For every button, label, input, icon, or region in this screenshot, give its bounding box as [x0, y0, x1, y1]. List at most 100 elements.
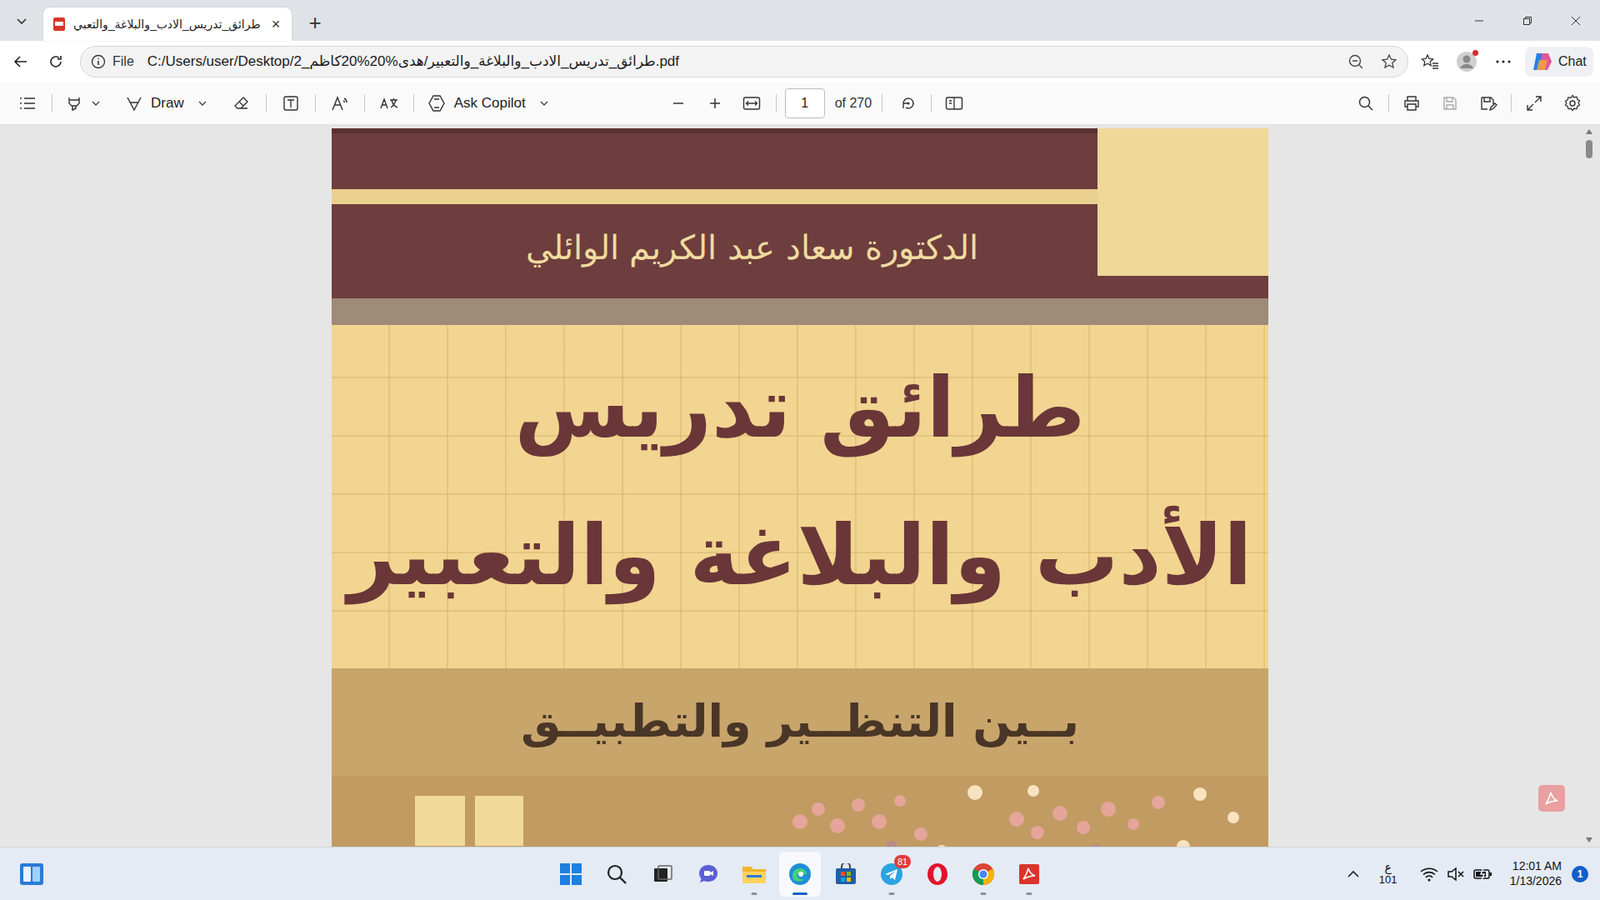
printer-icon — [1402, 95, 1421, 112]
favorites-icon — [1420, 53, 1440, 70]
input-language-button[interactable]: ع 101 — [1371, 855, 1405, 893]
translate-button[interactable] — [373, 87, 405, 120]
running-indicator — [889, 892, 895, 895]
tab-close-button[interactable]: × — [268, 16, 284, 32]
ask-copilot-button[interactable]: Ask Copilot — [422, 87, 555, 120]
address-row: File C:/Users/user/Desktop/2_طرائق_تدريس… — [0, 40, 1600, 83]
fullscreen-button[interactable] — [1518, 87, 1550, 120]
chrome-button[interactable] — [962, 851, 1005, 897]
more-dots-icon — [1495, 60, 1511, 64]
address-field[interactable]: File C:/Users/user/Desktop/2_طرائق_تدريس… — [80, 45, 1409, 78]
input-language-label: ع — [1385, 860, 1392, 875]
clock-time: 12:01 AM — [1512, 859, 1562, 875]
scroll-up-arrow-icon[interactable] — [1585, 128, 1594, 135]
tab-title: طرائق_تدريس_الادب_والبلاغة_والتعبي — [73, 15, 262, 34]
fit-width-button[interactable] — [735, 87, 768, 120]
zoom-in-button[interactable] — [699, 87, 731, 120]
highlight-button[interactable] — [60, 87, 106, 120]
store-button[interactable] — [825, 851, 867, 897]
new-tab-button[interactable]: + — [298, 5, 332, 40]
page-number-field[interactable] — [785, 88, 825, 119]
draw-button[interactable]: Draw — [117, 87, 216, 120]
favorites-button[interactable] — [1413, 45, 1447, 78]
clock-button[interactable]: 12:01 AM 1/13/2026 — [1505, 855, 1567, 893]
scroll-down-arrow-icon[interactable] — [1585, 836, 1594, 844]
chevron-down-icon — [539, 98, 550, 109]
tab-strip: طرائق_تدريس_الادب_والبلاغة_والتعبي × + — [0, 0, 1600, 41]
back-button[interactable] — [5, 45, 37, 78]
new-tab-label: + — [308, 6, 321, 40]
highlighter-icon — [65, 95, 83, 112]
running-indicator — [792, 892, 808, 895]
zoom-out-button[interactable] — [662, 87, 695, 120]
acrobat-button[interactable] — [1538, 785, 1565, 812]
cover-title-line: الأدب والبلاغة والتعبير — [348, 505, 1253, 606]
vertical-scrollbar[interactable] — [1583, 128, 1595, 844]
refresh-icon — [47, 53, 65, 70]
tab-actions-button[interactable] — [5, 4, 39, 38]
save-disk-icon — [1441, 95, 1459, 112]
rotate-icon — [900, 95, 917, 112]
running-indicator — [751, 892, 758, 895]
erase-button[interactable] — [225, 87, 258, 120]
text-box-icon — [282, 95, 300, 112]
quick-settings-button[interactable] — [1413, 855, 1500, 893]
notification-badge[interactable]: 1 — [1571, 865, 1589, 883]
page-count-label: of 270 — [835, 93, 872, 114]
minus-icon — [671, 96, 685, 110]
cover-title-line: طرائق تدريس — [515, 358, 1086, 459]
settings-button[interactable] — [1556, 87, 1589, 120]
add-text-button[interactable] — [275, 87, 307, 120]
meet-app-button[interactable] — [687, 851, 730, 897]
save-as-button[interactable] — [1472, 87, 1505, 120]
start-button[interactable] — [550, 851, 592, 897]
minimize-button[interactable] — [1455, 0, 1504, 41]
pdf-app-button[interactable] — [1008, 851, 1050, 897]
running-indicator — [980, 892, 987, 895]
more-button[interactable] — [1486, 45, 1520, 78]
edge-button[interactable] — [779, 851, 821, 897]
eraser-icon — [233, 95, 250, 112]
page-view-button[interactable] — [938, 87, 970, 120]
rotate-button[interactable] — [892, 87, 925, 120]
read-aloud-icon — [330, 95, 350, 112]
zoom-out-icon[interactable] — [1347, 53, 1365, 70]
hidden-icons-button[interactable] — [1340, 857, 1367, 891]
telegram-button[interactable]: 81 — [870, 851, 913, 897]
find-button[interactable] — [1350, 87, 1382, 120]
task-view-button[interactable] — [641, 851, 684, 897]
widgets-button[interactable] — [16, 859, 47, 890]
chevron-down-icon — [197, 98, 208, 109]
edge-logo-icon — [787, 861, 813, 887]
plus-icon — [708, 96, 722, 110]
acrobat-logo-icon — [1543, 790, 1560, 807]
browser-tab[interactable]: طرائق_تدريس_الادب_والبلاغة_والتعبي × — [43, 7, 292, 41]
pdf-file-icon — [51, 16, 67, 32]
search-icon — [1357, 95, 1375, 112]
close-icon — [1570, 15, 1581, 26]
scrollbar-thumb[interactable] — [1585, 140, 1593, 159]
input-code-label: 101 — [1379, 874, 1398, 887]
refresh-button[interactable] — [40, 45, 72, 78]
taskbar: 81 ع 101 12:01 AM 1/13/2026 — [0, 846, 1600, 900]
restore-button[interactable] — [1503, 0, 1552, 41]
search-button[interactable] — [595, 851, 638, 897]
profile-button[interactable] — [1450, 45, 1484, 78]
print-button[interactable] — [1395, 87, 1428, 120]
translate-icon — [379, 95, 400, 112]
opera-button[interactable] — [916, 851, 959, 897]
file-explorer-button[interactable] — [733, 851, 775, 897]
expand-icon — [1525, 95, 1543, 112]
battery-plug-icon — [1473, 866, 1494, 882]
contents-button[interactable] — [11, 87, 44, 120]
cover-author: الدكتورة سعاد عبد الكريم الوائلي — [525, 222, 980, 273]
save-button[interactable] — [1434, 87, 1466, 120]
chat-button[interactable]: Chat — [1525, 46, 1594, 77]
close-button[interactable] — [1551, 0, 1600, 41]
info-icon — [90, 54, 106, 70]
favorite-star-icon[interactable] — [1380, 53, 1398, 70]
read-aloud-button[interactable] — [324, 87, 356, 120]
chrome-logo-icon — [971, 862, 995, 886]
pdf-app-icon — [1018, 863, 1040, 885]
running-indicator — [1026, 892, 1033, 895]
